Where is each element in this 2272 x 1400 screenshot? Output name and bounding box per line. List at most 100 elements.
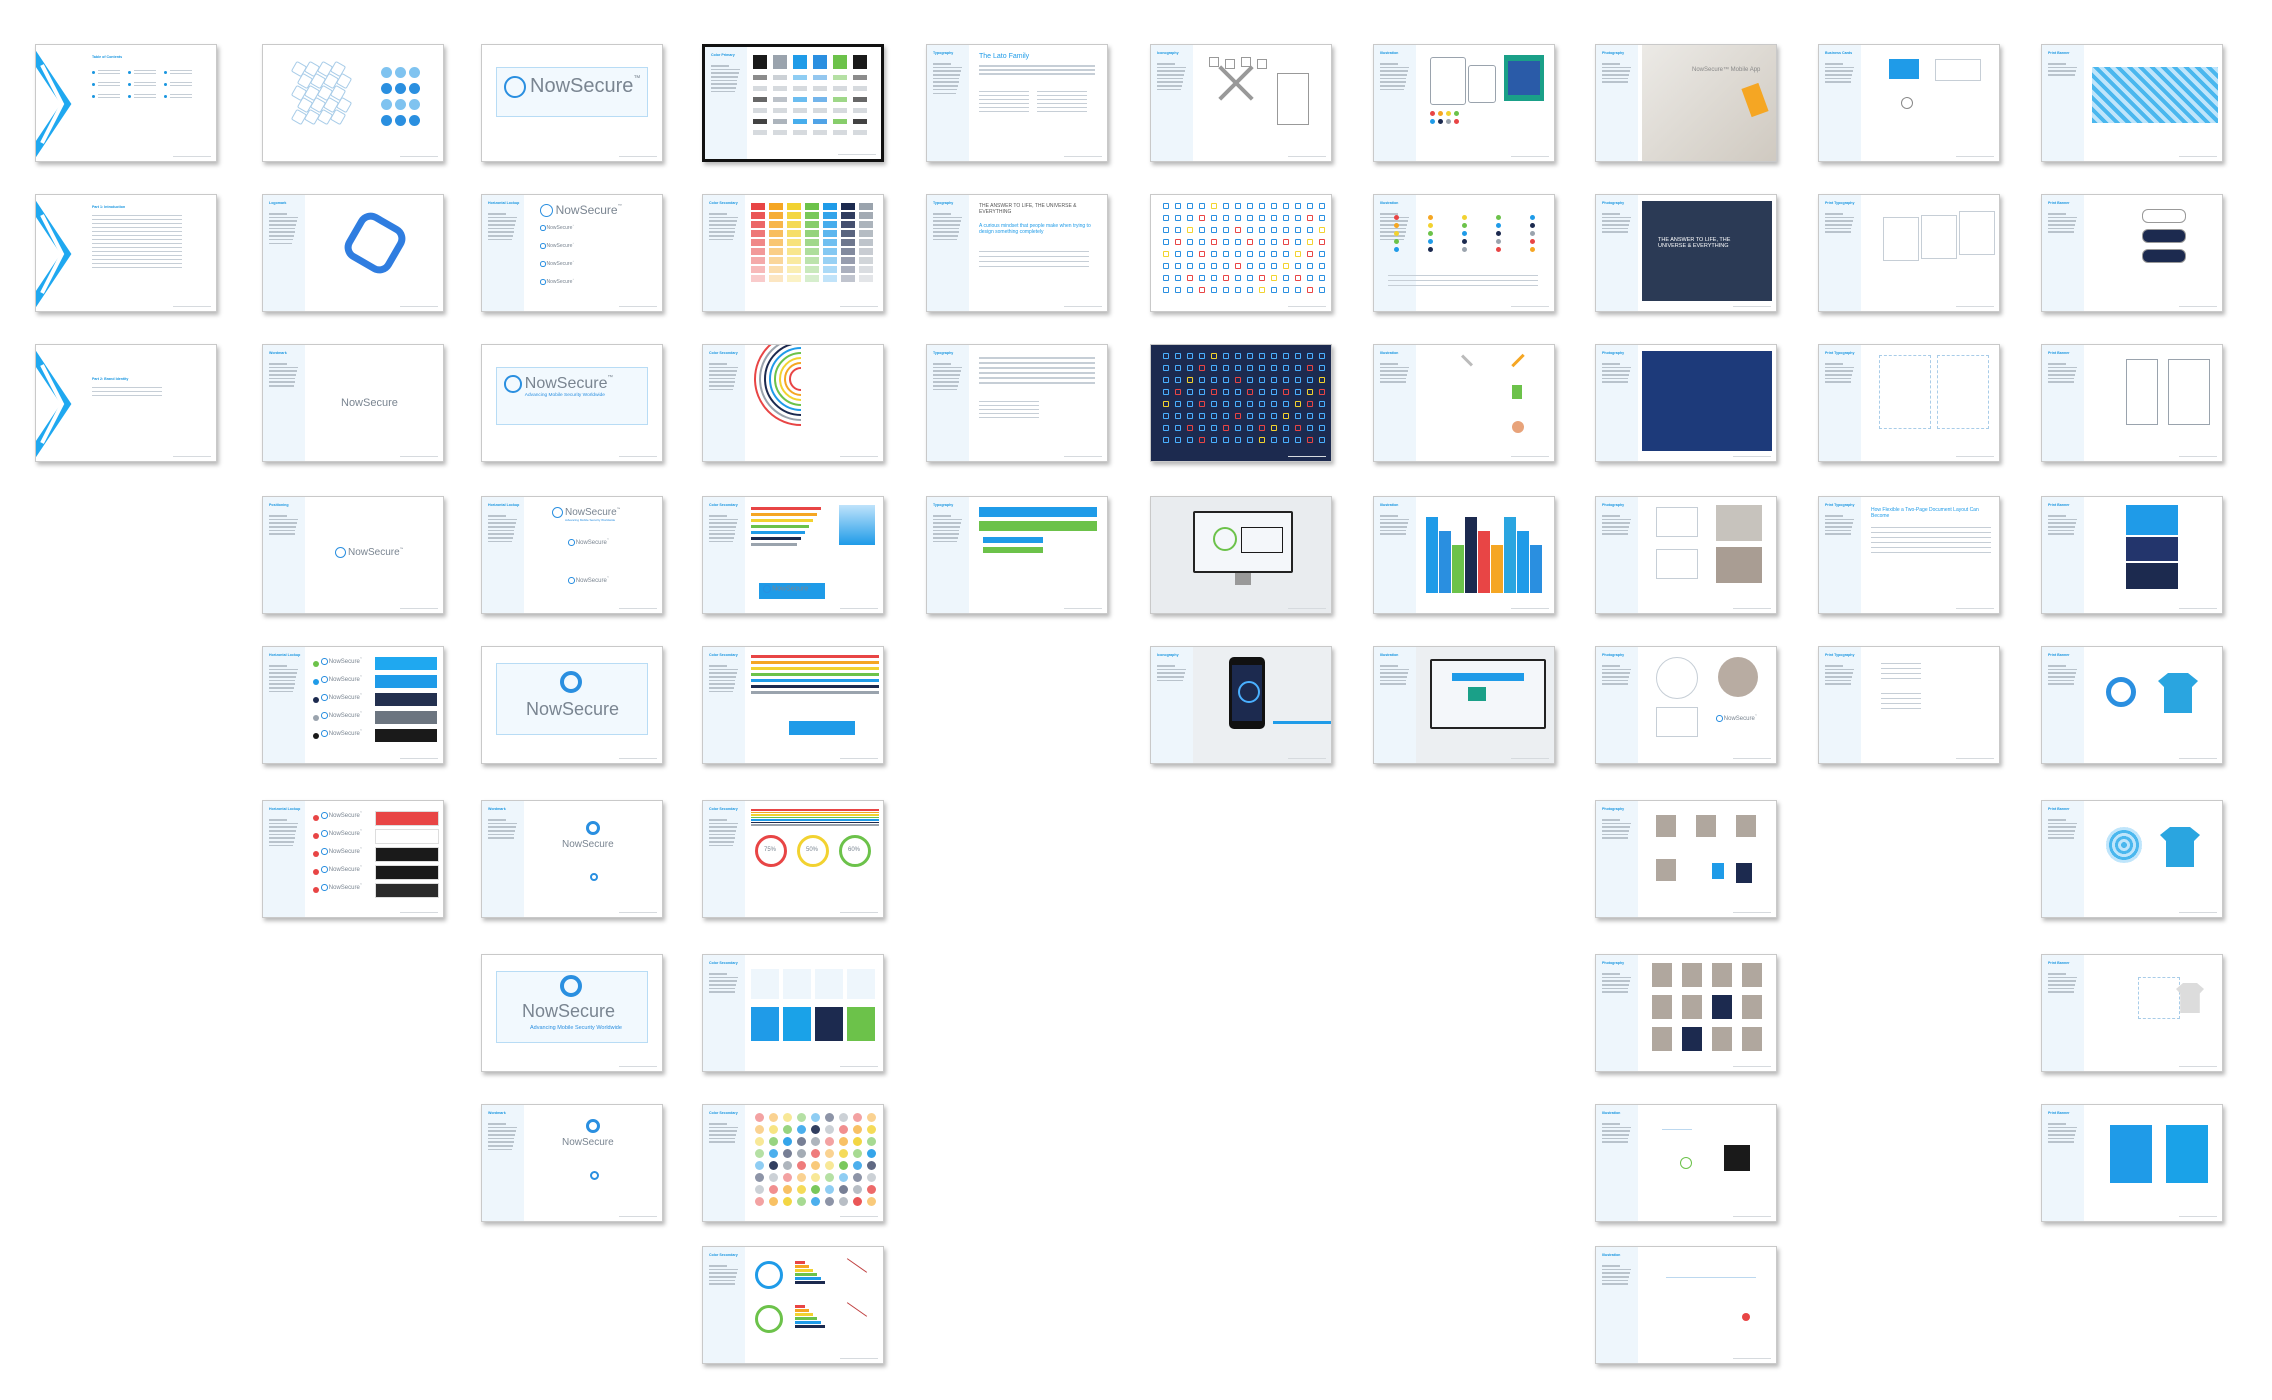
slide-thumbnail[interactable]: Print Typography How Flexible a Two-Page …: [1818, 496, 2000, 614]
slide-thumbnail[interactable]: Wordmark NowSecure: [262, 344, 444, 462]
slide-thumbnail[interactable]: [1150, 194, 1332, 312]
text-line: [933, 213, 951, 215]
slide-thumbnail[interactable]: Wordmark NowSecure: [481, 1104, 663, 1222]
headshot-photo: [1712, 995, 1732, 1019]
slide-thumbnail[interactable]: Wordmark NowSecure: [481, 800, 663, 918]
slide-thumbnail[interactable]: Photography NowSecure™ Mobile App: [1595, 44, 1777, 162]
chevron-graphic: [36, 195, 84, 311]
slide-thumbnail[interactable]: Illustration: [1373, 44, 1555, 162]
slide-thumbnail[interactable]: Print Typography: [1818, 344, 2000, 462]
slide-thumbnail[interactable]: Color Secondary NowSecure™: [702, 496, 884, 614]
icon-cell: [1199, 239, 1205, 245]
slide-thumbnail[interactable]: Color Secondary: [702, 1246, 884, 1364]
slide-thumbnail[interactable]: Photography: [1595, 344, 1777, 462]
slide-sidebar: Illustration: [1374, 497, 1416, 613]
slide-thumbnail[interactable]: Business Cards: [1818, 44, 2000, 162]
icon-cell: [1223, 365, 1229, 371]
icon-cell: [1235, 287, 1241, 293]
slide-thumbnail[interactable]: Print Banner: [2041, 344, 2223, 462]
slide-thumbnail[interactable]: Print Banner: [2041, 496, 2223, 614]
slide-footer: [1288, 757, 1326, 759]
slide-thumbnail[interactable]: Illustration: [1373, 646, 1555, 764]
slide-thumbnail[interactable]: Photography THE ANSWER TO LIFE, THE UNIVE…: [1595, 194, 1777, 312]
slide-thumbnail[interactable]: Logomark: [262, 194, 444, 312]
icon-cell: [1211, 413, 1217, 419]
color-dot: [825, 1137, 834, 1146]
slide-thumbnail[interactable]: NowSecure™ Advancing Mobile Security Worl…: [481, 344, 663, 462]
slide-thumbnail[interactable]: Typography: [926, 344, 1108, 462]
nowsecure-logo: NowSecure™: [321, 884, 362, 891]
slide-thumbnail[interactable]: Photography: [1595, 800, 1777, 918]
slide-thumbnail[interactable]: Color Secondary: [702, 344, 884, 462]
gauge-ring: [1238, 681, 1260, 703]
slide-sidebar: Print Typography: [1819, 497, 1861, 613]
slide-thumbnail[interactable]: Horizontal Lockup NowSecure™ Advancing Mob…: [481, 496, 663, 614]
slide-thumbnail[interactable]: Iconography: [1150, 646, 1332, 764]
slide-thumbnail[interactable]: Color Primary: [702, 44, 884, 162]
slide-thumbnail[interactable]: Illustration: [1595, 1104, 1777, 1222]
slide-thumbnail[interactable]: Photography: [1595, 954, 1777, 1072]
slide-thumbnail[interactable]: Typography The Lato Family: [926, 44, 1108, 162]
slide-thumbnail[interactable]: Positioning NowSecure™: [262, 496, 444, 614]
slide-thumbnail[interactable]: Iconography: [1150, 44, 1332, 162]
logo-wordmark: NowSecure: [530, 75, 634, 97]
slide-thumbnail[interactable]: Print Banner: [2041, 646, 2223, 764]
slide-thumbnail[interactable]: Illustration: [1595, 1246, 1777, 1364]
text-line: [933, 537, 958, 539]
hexagon-logomark-icon: [321, 866, 328, 873]
slide-thumbnail[interactable]: [1150, 496, 1332, 614]
slide-text-lines: [1825, 363, 1855, 385]
text-line: [1037, 95, 1087, 97]
slide-thumbnail[interactable]: Illustration: [1373, 496, 1555, 614]
color-tint: [841, 257, 855, 264]
slide-thumbnail[interactable]: Photography NowSecure™: [1595, 646, 1777, 764]
slide-thumbnail[interactable]: [262, 44, 444, 162]
color-dot: [1446, 119, 1451, 124]
slide-thumbnail[interactable]: Color Secondary: [702, 1104, 884, 1222]
slide-thumbnail[interactable]: Illustration: [1373, 344, 1555, 462]
slide-thumbnail[interactable]: Print Banner: [2041, 194, 2223, 312]
slide-thumbnail[interactable]: Print Banner: [2041, 44, 2223, 162]
text-line: [2048, 830, 2076, 832]
slide-thumbnail[interactable]: NowSecure™: [481, 44, 663, 162]
slide-thumbnail[interactable]: Part 2: Brand Identity: [35, 344, 217, 462]
text-line: [933, 238, 957, 241]
slide-thumbnail[interactable]: Print Typography: [1818, 646, 2000, 764]
slide-thumbnail[interactable]: Color Secondary: [702, 194, 884, 312]
text-line: [1157, 81, 1183, 83]
icon-cell: [1283, 389, 1289, 395]
slide-thumbnail[interactable]: [1150, 344, 1332, 462]
slide-thumbnail[interactable]: Color Secondary: [702, 646, 884, 764]
slide-thumbnail[interactable]: Color Secondary: [702, 954, 884, 1072]
slide-thumbnail[interactable]: Print Banner: [2041, 800, 2223, 918]
slide-thumbnail[interactable]: Horizontal Lockup NowSecure™ NowSecure™ Now…: [481, 194, 663, 312]
text-line: [709, 381, 735, 383]
slide-thumbnail[interactable]: Table of Contents: [35, 44, 217, 162]
slide-thumbnail[interactable]: Print Banner: [2041, 1104, 2223, 1222]
text-line: [1380, 665, 1398, 667]
slide-thumbnail[interactable]: Print Banner: [2041, 954, 2223, 1072]
slide-thumbnail[interactable]: Illustration: [1373, 194, 1555, 312]
slide-thumbnail[interactable]: Horizontal Lockup NowSecure™ NowSecure™ Now…: [262, 800, 444, 918]
slide-thumbnail[interactable]: Color Secondary 75% 50% 60%: [702, 800, 884, 918]
icon-cell: [1163, 251, 1169, 257]
color-dot: [1438, 119, 1443, 124]
slide-thumbnail[interactable]: Horizontal Lockup NowSecure™ NowSecure™ Now…: [262, 646, 444, 764]
icon-cell: [1211, 227, 1217, 233]
text-line: [979, 256, 1089, 258]
slide-thumbnail[interactable]: Typography THE ANSWER TO LIFE, THE UNIVER…: [926, 194, 1108, 312]
text-line: [488, 220, 517, 222]
slide-thumbnail[interactable]: Typography: [926, 496, 1108, 614]
slide-thumbnail[interactable]: NowSecure: [481, 646, 663, 764]
hexagon-logomark-icon: [381, 99, 392, 110]
bar-chart-bar: [795, 1317, 817, 1320]
slide-thumbnail[interactable]: Part 1: Introduction: [35, 194, 217, 312]
slide-thumbnail[interactable]: Photography: [1595, 496, 1777, 614]
slide-sidebar: Typography: [927, 345, 969, 461]
text-line: [1602, 987, 1629, 990]
slide-thumbnail[interactable]: Print Typography: [1818, 194, 2000, 312]
color-tint: [751, 257, 765, 264]
slide-thumbnail[interactable]: NowSecure Advancing Mobile Security World…: [481, 954, 663, 1072]
icon-cell: [1307, 425, 1313, 431]
text-line: [979, 405, 1039, 407]
